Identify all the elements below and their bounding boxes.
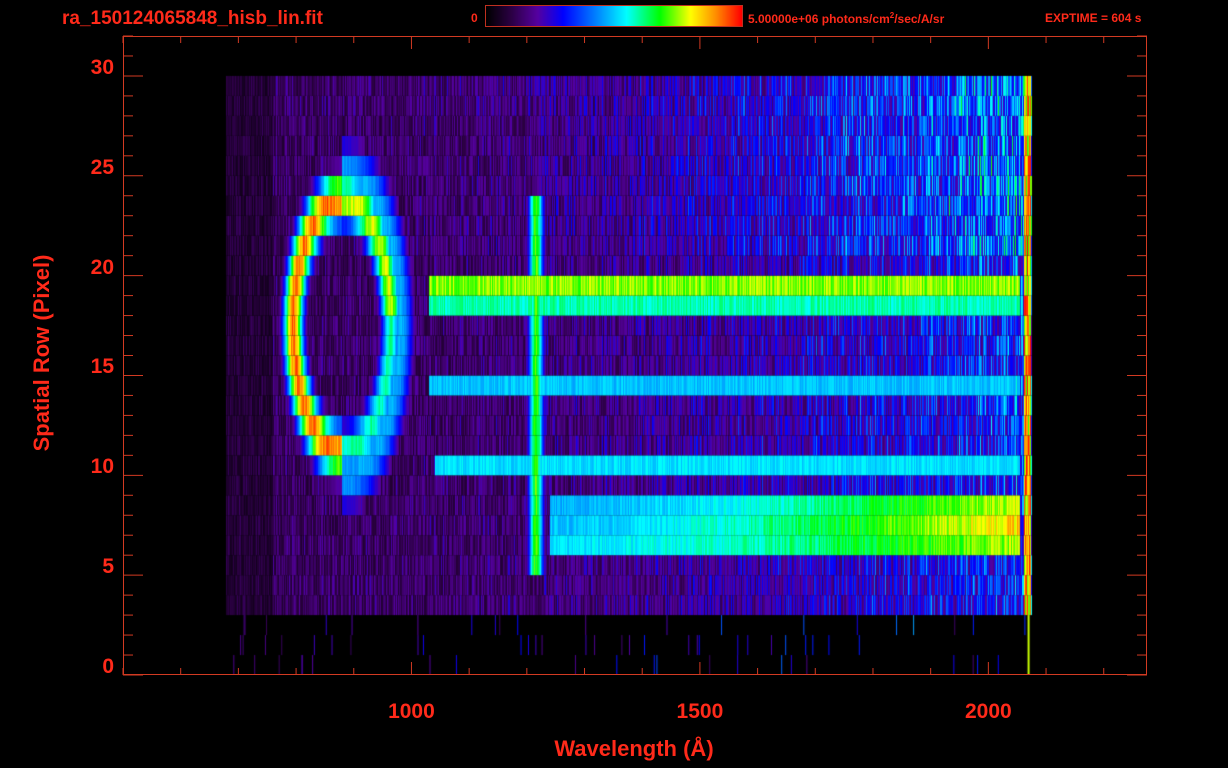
y-tick-label: 5 xyxy=(102,555,114,579)
x-tick-label: 1500 xyxy=(676,700,724,723)
x-tick-label: 2000 xyxy=(964,700,1012,723)
y-tick-label: 0 xyxy=(102,655,114,678)
y-tick-label: 10 xyxy=(90,455,114,479)
y-tick-label: 25 xyxy=(90,155,114,179)
x-axis-label: Wavelength (Å) xyxy=(554,736,714,761)
y-tick-label: 30 xyxy=(90,55,114,79)
y-tick-label: 15 xyxy=(90,355,114,379)
y-tick-label: 20 xyxy=(90,255,114,279)
axis-ticks xyxy=(122,35,1147,676)
x-tick-label: 1000 xyxy=(388,700,435,723)
y-axis-label: Spatial Row (Pixel) xyxy=(29,254,54,452)
